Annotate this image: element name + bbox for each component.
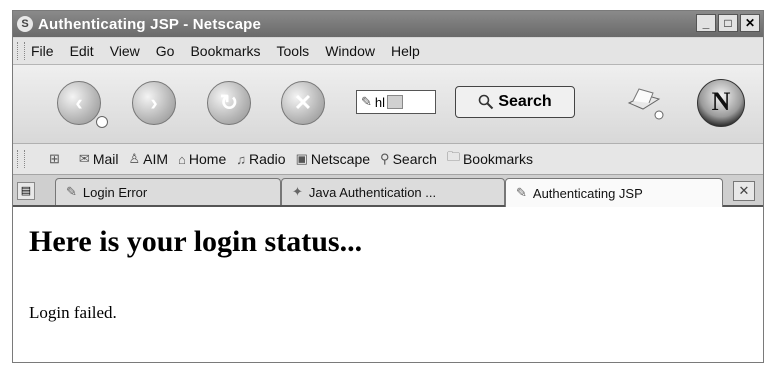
tab-label: Login Error: [82, 184, 148, 200]
new-tab-button[interactable]: ▤: [17, 182, 35, 200]
title-bar: S Authenticating JSP - Netscape _ □ ✕: [13, 11, 763, 37]
forward-button[interactable]: ›: [132, 81, 176, 125]
java-icon: ✦: [292, 184, 303, 199]
maximize-button[interactable]: □: [718, 14, 738, 32]
page-heading: Here is your login status...: [29, 225, 363, 258]
bookmarks-label: Bookmarks: [462, 151, 533, 167]
stop-button[interactable]: ✕: [281, 81, 325, 125]
url-field[interactable]: ✎ hl: [356, 90, 436, 114]
close-tab-button[interactable]: ✕: [733, 181, 755, 201]
radio-label: Radio: [249, 151, 286, 167]
menu-bookmarks[interactable]: Bookmarks: [190, 43, 260, 59]
url-dropdown-button[interactable]: [387, 95, 404, 109]
mail-link[interactable]: ✉ Mail: [79, 151, 119, 167]
stop-icon: ✕: [293, 90, 313, 115]
mail-label: Mail: [92, 151, 119, 167]
back-arrow-icon: ‹: [75, 90, 83, 115]
search-link-label: Search: [392, 151, 437, 167]
aim-icon: ♙: [128, 151, 141, 166]
search-button-label: Search: [498, 93, 552, 110]
netscape-link[interactable]: ▣ Netscape: [296, 151, 370, 167]
forward-arrow-icon: ›: [150, 90, 158, 115]
netscape-app-icon: S: [17, 16, 33, 32]
tab-java-authentication[interactable]: ✦ Java Authentication ...: [281, 178, 505, 205]
login-status-message: Login failed.: [29, 303, 117, 322]
menu-window[interactable]: Window: [325, 43, 375, 59]
magnifier-icon: [479, 94, 494, 110]
menu-tools[interactable]: Tools: [277, 43, 310, 59]
home-icon: ⌂: [178, 151, 186, 167]
reload-button[interactable]: ↻: [207, 81, 251, 125]
page-icon: ✎: [516, 185, 527, 200]
netscape-throbber-icon[interactable]: N: [697, 79, 745, 127]
radio-icon: ♫: [236, 151, 246, 167]
back-button[interactable]: ‹: [57, 81, 108, 128]
close-window-button[interactable]: ✕: [740, 14, 760, 32]
window-title: Authenticating JSP - Netscape: [38, 15, 262, 33]
page-icon: ✎: [361, 94, 372, 109]
my-netscape-icon: ▣: [295, 151, 308, 166]
personal-toolbar: ⊞ ✉ Mail ♙ AIM ⌂ Home ♫ Radio ▣ Netscape…: [13, 144, 763, 175]
home-label: Home: [188, 151, 227, 167]
toolbar-grip[interactable]: [17, 42, 25, 60]
radio-link[interactable]: ♫ Radio: [236, 151, 285, 167]
window-controls: _ □ ✕: [696, 14, 760, 32]
new-tab-icon: ⊞: [49, 151, 60, 166]
tab-toggle-button[interactable]: ⊞: [49, 151, 63, 167]
menu-edit[interactable]: Edit: [70, 43, 94, 59]
search-link-icon: ⚲: [380, 151, 390, 166]
page-content: Here is your login status... Login faile…: [13, 207, 763, 362]
minimize-button[interactable]: _: [696, 14, 716, 32]
menu-go[interactable]: Go: [156, 43, 175, 59]
search-button[interactable]: Search: [455, 86, 575, 118]
reload-icon: ↻: [219, 90, 239, 115]
menu-bar: File Edit View Go Bookmarks Tools Window…: [13, 38, 763, 65]
tab-login-error[interactable]: ✎ Login Error: [55, 178, 281, 205]
url-value: hl: [374, 94, 386, 110]
menu-help[interactable]: Help: [391, 43, 420, 59]
bookmarks-link[interactable]: 🗀 Bookmarks: [447, 148, 533, 170]
tab-label: Authenticating JSP: [532, 185, 643, 201]
print-icon[interactable]: [625, 85, 665, 121]
tab-authenticating-jsp[interactable]: ✎ Authenticating JSP: [505, 178, 723, 207]
menu-view[interactable]: View: [110, 43, 140, 59]
home-link[interactable]: ⌂ Home: [178, 151, 226, 167]
menu-file[interactable]: File: [31, 43, 54, 59]
personal-toolbar-grip[interactable]: [17, 150, 25, 168]
folder-icon: 🗀: [446, 149, 460, 164]
page-icon: ✎: [66, 184, 77, 199]
netscape-label: Netscape: [310, 151, 371, 167]
new-tab-icon: ▤: [20, 185, 32, 197]
search-link[interactable]: ⚲ Search: [380, 151, 437, 167]
browser-window: S Authenticating JSP - Netscape _ □ ✕ Fi…: [12, 10, 764, 363]
tab-label: Java Authentication ...: [308, 184, 437, 200]
back-history-dropdown[interactable]: [96, 116, 108, 128]
navigation-toolbar: ‹ › ↻ ✕ ✎ hl Search N: [13, 65, 763, 144]
aim-link[interactable]: ♙ AIM: [128, 151, 168, 167]
mail-icon: ✉: [78, 151, 90, 166]
close-icon: ✕: [738, 183, 750, 198]
tab-bar: ▤ ✎ Login Error ✦ Java Authentication ..…: [13, 175, 763, 207]
aim-label: AIM: [143, 151, 169, 167]
